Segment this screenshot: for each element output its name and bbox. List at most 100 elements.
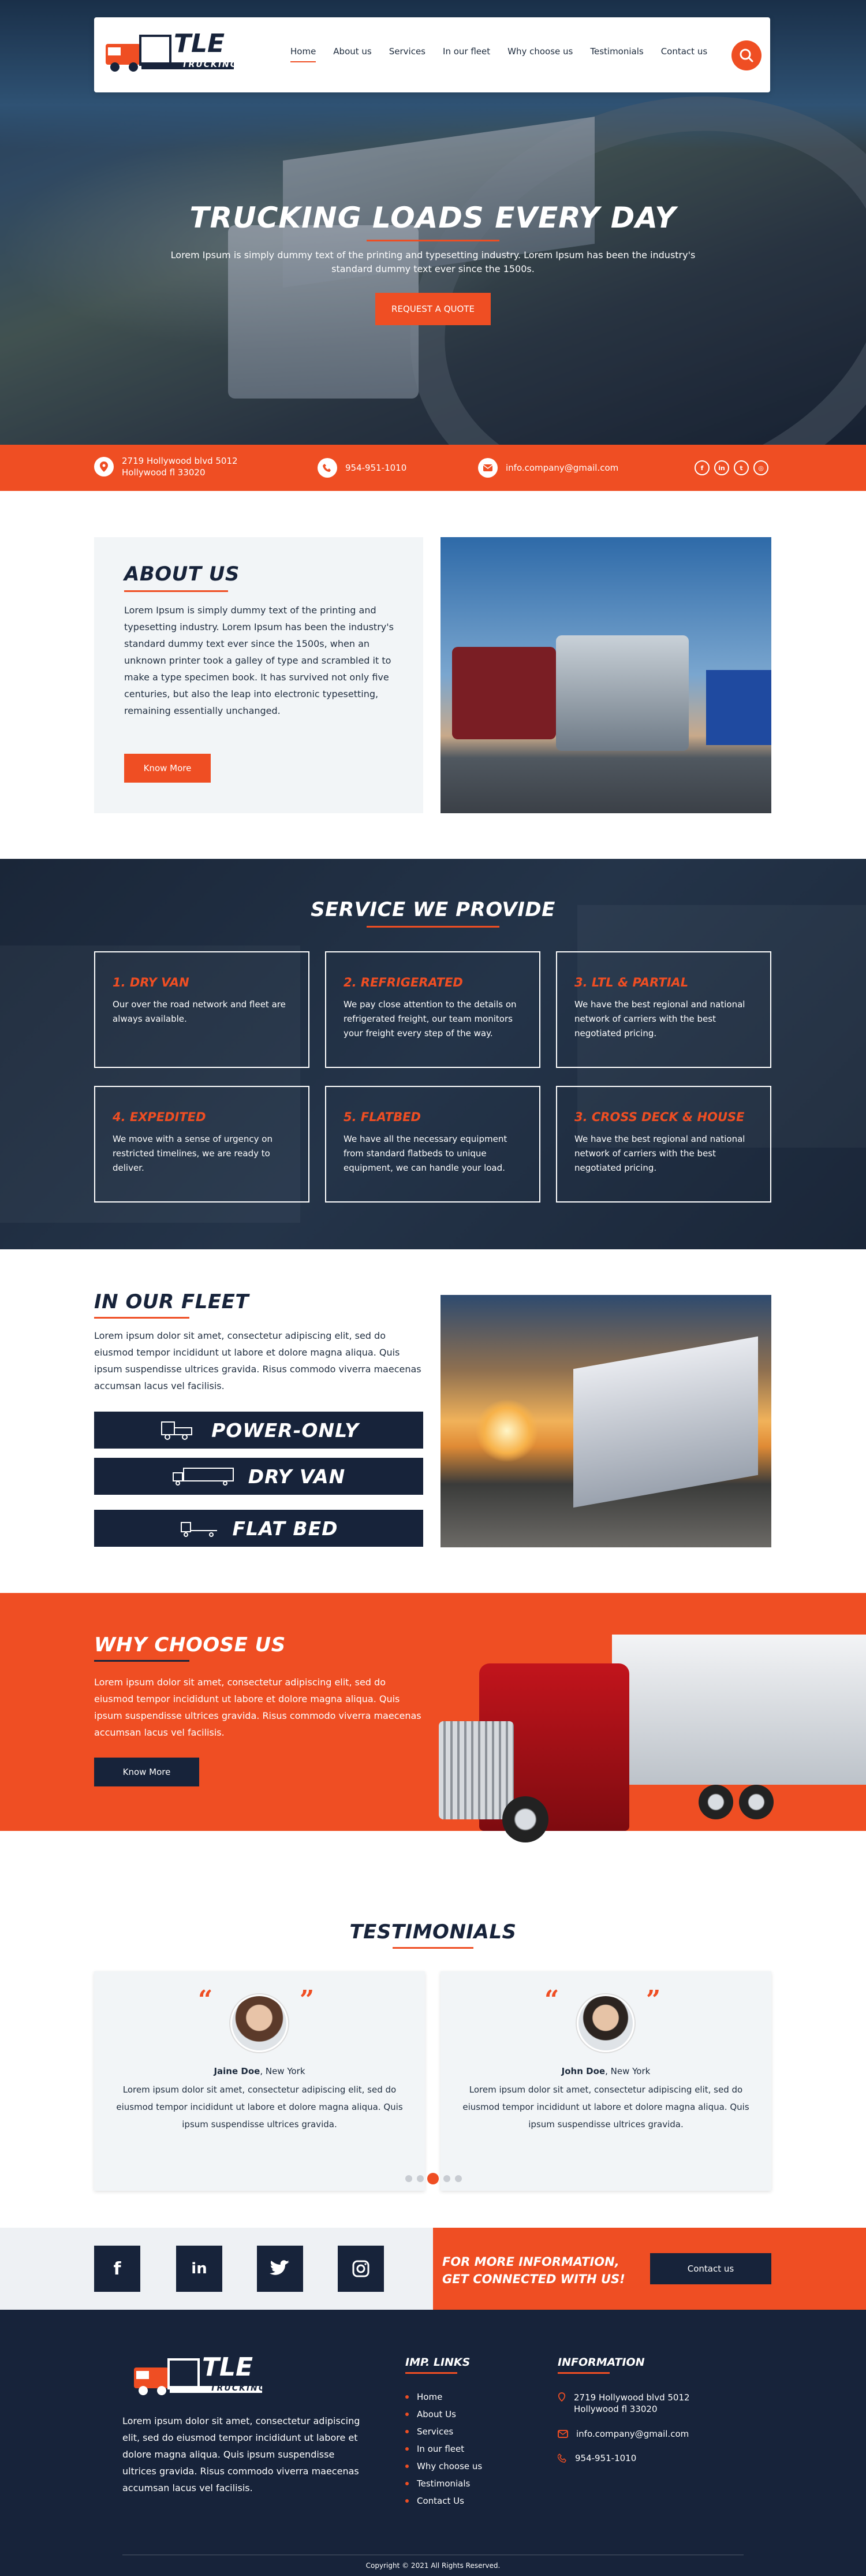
phone-icon [318, 458, 337, 478]
bullet-icon [405, 2430, 409, 2433]
instagram-icon[interactable]: ◎ [753, 460, 768, 475]
logo-subtext: TRUCKING [182, 60, 238, 69]
why-title-underline [94, 1660, 189, 1662]
service-text: We have all the necessary equipment from… [344, 1134, 507, 1173]
avatar [577, 1994, 634, 2052]
why-know-more-button[interactable]: Know More [94, 1758, 199, 1786]
testimonial-text: Lorem ipsum dolor sit amet, consectetur … [116, 2084, 403, 2130]
about-text: Lorem Ipsum is simply dummy text of the … [124, 605, 394, 716]
nav-home[interactable]: Home [290, 46, 316, 62]
search-icon [740, 49, 753, 62]
nav-contact-us[interactable]: Contact us [661, 46, 707, 57]
footer-link-why-choose-us[interactable]: Why choose us [405, 2461, 482, 2471]
twitter-icon[interactable] [257, 2246, 303, 2292]
power-only-truck-icon [161, 1421, 193, 1440]
contact-address-line2: Hollywood fl 33020 [122, 467, 206, 478]
footer-email[interactable]: info.company@gmail.com [558, 2429, 689, 2439]
nav-in-our-fleet[interactable]: In our fleet [443, 46, 490, 57]
services-title-underline [367, 926, 499, 928]
fleet-item-flat-bed[interactable]: FLAT BED [94, 1510, 423, 1547]
fleet-item-dry-van[interactable]: DRY VAN [94, 1458, 423, 1495]
footer-link-in-our-fleet[interactable]: In our fleet [405, 2444, 482, 2454]
service-title: 4. EXPEDITED [113, 1110, 206, 1124]
fleet-item-power-only[interactable]: POWER-ONLY [94, 1412, 423, 1449]
service-text: Our over the road network and fleet are … [113, 999, 286, 1024]
phone-icon [558, 2454, 566, 2463]
linkedin-icon[interactable]: in [176, 2246, 222, 2292]
service-title: 3. LTL & PARTIAL [574, 976, 689, 989]
about-know-more-button[interactable]: Know More [124, 754, 211, 783]
service-card-cross-deck: 3. CROSS DECK & HOUSE We have the best r… [556, 1086, 771, 1203]
contact-us-button[interactable]: Contact us [650, 2253, 771, 2284]
fleet-item-label: DRY VAN [248, 1465, 346, 1488]
contact-phone[interactable]: 954-951-1010 [318, 458, 406, 478]
bullet-icon [405, 2482, 409, 2485]
carousel-dot-1[interactable] [405, 2175, 412, 2182]
nav-about-us[interactable]: About us [333, 46, 371, 57]
about-title: ABOUT US [124, 563, 240, 586]
bullet-icon [405, 2499, 409, 2503]
instagram-icon[interactable] [338, 2246, 384, 2292]
cta-connect-panel: FOR MORE INFORMATION, GET CONNECTED WITH… [433, 2228, 866, 2310]
flat-bed-truck-icon [181, 1522, 218, 1537]
contact-address-line1: 2719 Hollywood blvd 5012 [122, 456, 238, 466]
nav-why-choose-us[interactable]: Why choose us [507, 46, 573, 57]
contact-address: 2719 Hollywood blvd 5012 Hollywood fl 33… [94, 455, 238, 478]
contact-email-text: info.company@gmail.com [506, 463, 619, 473]
nav-testimonials[interactable]: Testimonials [590, 46, 643, 57]
hero-subtitle: Lorem Ipsum is simply dummy text of the … [170, 250, 696, 274]
nav-services[interactable]: Services [389, 46, 425, 57]
search-button[interactable] [731, 40, 762, 70]
testimonial-card: “ ” John Doe, New York Lorem ipsum dolor… [441, 1971, 771, 2191]
footer-link-contact-us[interactable]: Contact Us [405, 2496, 482, 2506]
footer-address: 2719 Hollywood blvd 5012 Hollywood fl 33… [558, 2392, 690, 2415]
testimonials-title: TESTIMONIALS [349, 1920, 517, 1944]
facebook-icon[interactable]: f [94, 2246, 140, 2292]
contact-phone-text: 954-951-1010 [345, 463, 407, 473]
footer-link-testimonials[interactable]: Testimonials [405, 2478, 482, 2489]
email-icon [558, 2430, 568, 2438]
service-text: We pay close attention to the details on… [344, 999, 517, 1038]
logo-text: TLE [202, 2352, 253, 2382]
why-text: Lorem ipsum dolor sit amet, consectetur … [94, 1677, 421, 1738]
red-truck-image [427, 1635, 866, 1889]
footer-links-underline [405, 2372, 457, 2374]
footer-about-text: Lorem ipsum dolor sit amet, consectetur … [122, 2415, 360, 2493]
carousel-dot-2[interactable] [417, 2175, 424, 2182]
quote-close-icon: ” [300, 1985, 315, 2015]
testimonials-title-underline [393, 1947, 473, 1949]
facebook-icon[interactable]: f [695, 460, 710, 475]
request-quote-button[interactable]: REQUEST A QUOTE [375, 293, 491, 325]
testimonial-author: John Doe, New York [561, 2066, 651, 2076]
twitter-icon[interactable]: t [734, 460, 749, 475]
fleet-text: Lorem ipsum dolor sit amet, consectetur … [94, 1330, 421, 1391]
contact-email[interactable]: info.company@gmail.com [478, 458, 618, 478]
hero-title-underline [367, 240, 499, 241]
carousel-dot-4[interactable] [443, 2175, 450, 2182]
footer-link-services[interactable]: Services [405, 2426, 482, 2437]
dry-van-truck-icon [172, 1468, 234, 1486]
fleet-item-label: POWER-ONLY [211, 1419, 359, 1442]
services-title: SERVICE WE PROVIDE [311, 898, 555, 921]
footer-link-home[interactable]: Home [405, 2392, 482, 2402]
social-links-bar: f in t ◎ [695, 460, 768, 475]
hero-title: TRUCKING LOADS EVERY DAY [189, 201, 677, 234]
services-section: SERVICE WE PROVIDE 1. DRY VAN Our over t… [0, 859, 866, 1249]
footer-link-about-us[interactable]: About Us [405, 2409, 482, 2419]
footer-phone[interactable]: 954-951-1010 [558, 2453, 636, 2463]
quote-close-icon: ” [646, 1985, 661, 2015]
quote-open-icon: “ [198, 1985, 213, 2015]
site-logo[interactable]: TLE TRUCKING [100, 28, 238, 85]
site-footer: TLE TRUCKING Lorem ipsum dolor sit amet,… [0, 2310, 866, 2576]
service-text: We have the best regional and national n… [574, 1134, 745, 1173]
carousel-dot-5[interactable] [455, 2175, 462, 2182]
location-pin-icon [558, 2392, 566, 2402]
bullet-icon [405, 2447, 409, 2451]
carousel-dot-3-active[interactable] [427, 2173, 439, 2184]
footer-logo[interactable]: TLE TRUCKING [128, 2351, 267, 2409]
linkedin-icon[interactable]: in [714, 460, 729, 475]
service-card-refrigerated: 2. REFRIGERATED We pay close attention t… [325, 951, 540, 1068]
service-title: 5. FLATBED [344, 1110, 421, 1124]
cta-social-panel: f in [0, 2228, 433, 2310]
fleet-title: IN OUR FLEET [94, 1290, 249, 1313]
